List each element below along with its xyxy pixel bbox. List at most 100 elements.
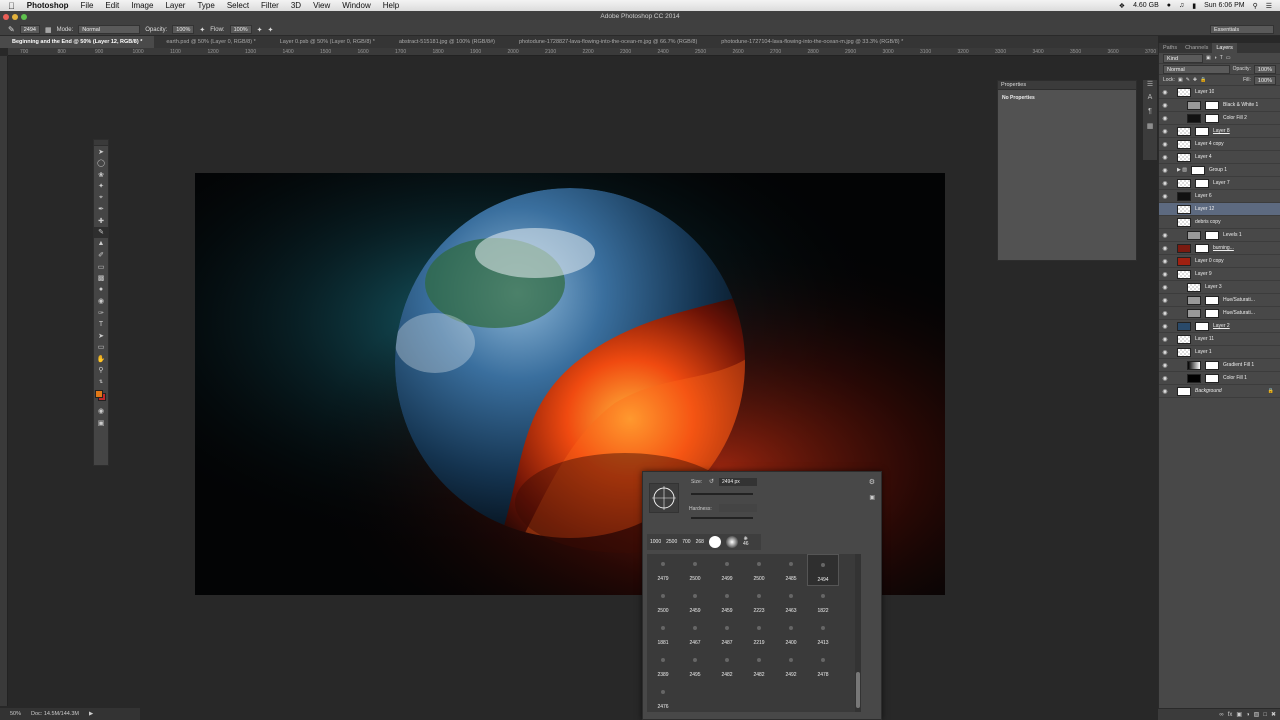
dropbox-icon[interactable]: ❖ — [1119, 2, 1125, 10]
layer-row[interactable]: ◉ Layer 4 — [1159, 151, 1280, 164]
adjustment-layer-icon[interactable]: ◑ — [1246, 712, 1250, 718]
fill-field[interactable]: 100% — [1253, 75, 1276, 85]
tab-document-5[interactable]: photodune-1728827-lava-flowing-into-the-… — [507, 36, 709, 48]
filter-type-icon[interactable]: T — [1220, 55, 1223, 61]
brush-preset[interactable]: 2476 — [647, 682, 679, 712]
brush-preset[interactable]: 2482 — [743, 650, 775, 682]
lock-all-icon[interactable]: 🔒 — [1200, 77, 1206, 83]
visibility-eye-icon[interactable]: ◉ — [1159, 271, 1171, 278]
layer-row[interactable]: ◉ Layer 3 — [1159, 281, 1280, 294]
size-slider[interactable] — [691, 493, 753, 495]
brush-preset[interactable]: 2492 — [775, 650, 807, 682]
brush-preset[interactable]: 2413 — [807, 618, 839, 650]
type-tool-icon[interactable]: T — [94, 319, 108, 331]
brush-tool-icon[interactable]: ✎ — [8, 25, 15, 34]
menu-3d[interactable]: 3D — [285, 1, 307, 10]
history-panel-icon[interactable]: ☰ — [1143, 80, 1157, 94]
screen-mode-icon[interactable]: ▣ — [94, 417, 108, 429]
layer-row[interactable]: ◉ Hue/Saturati... — [1159, 294, 1280, 307]
tab-document-6[interactable]: photodune-1727104-lava-flowing-into-the-… — [709, 36, 915, 48]
reset-size-icon[interactable]: ↺ — [709, 478, 714, 485]
pressure-opacity-icon[interactable]: ✦ — [199, 26, 205, 34]
brush-preset[interactable]: 2459 — [679, 586, 711, 618]
menu-image[interactable]: Image — [125, 1, 159, 10]
filter-pixel-icon[interactable]: ▣ — [1206, 55, 1211, 61]
size-field[interactable]: 2494 px — [719, 478, 757, 486]
airbrush-icon[interactable]: ✦ — [257, 26, 263, 34]
flow-field[interactable]: 100% — [229, 25, 252, 34]
visibility-eye-icon[interactable]: ◉ — [1159, 258, 1171, 265]
brush-size-field[interactable]: 2494 — [19, 25, 40, 34]
volume-icon[interactable]: ♫ — [1179, 2, 1184, 9]
layer-row[interactable]: ◉ Layer 7 — [1159, 177, 1280, 190]
visibility-eye-icon[interactable]: ◉ — [1159, 232, 1171, 239]
brush-preset[interactable]: 2482 — [711, 650, 743, 682]
menu-layer[interactable]: Layer — [159, 1, 191, 10]
visibility-eye-icon[interactable]: ◉ — [1159, 310, 1171, 317]
layer-row[interactable]: ◉ Layer 6 — [1159, 190, 1280, 203]
lasso-tool-icon[interactable]: ❀ — [94, 169, 108, 181]
brush-preset[interactable]: 2400 — [775, 618, 807, 650]
scrollbar-thumb[interactable] — [856, 672, 860, 708]
preset-scrollbar[interactable] — [855, 554, 861, 712]
visibility-eye-icon[interactable]: ◉ — [1159, 128, 1171, 135]
trash-icon[interactable]: ✖ — [1271, 711, 1276, 718]
zoom-tool-icon[interactable]: ⚲ — [94, 365, 108, 377]
tab-document-3[interactable]: Layer 0.psb @ 50% (Layer 0, RGB/8) * — [268, 36, 387, 48]
move-tool-icon[interactable]: ➤ — [94, 146, 108, 158]
link-layers-icon[interactable]: ∞ — [1219, 712, 1223, 718]
healing-brush-tool-icon[interactable]: ✚ — [94, 215, 108, 227]
brush-preset[interactable]: 2463 — [775, 586, 807, 618]
brush-preset-selected[interactable]: 2494 — [807, 554, 839, 586]
visibility-eye-icon[interactable]: ◉ — [1159, 102, 1171, 109]
visibility-eye-icon[interactable]: ◉ — [1159, 193, 1171, 200]
menu-select[interactable]: Select — [221, 1, 255, 10]
pressure-size-icon[interactable]: ✦ — [268, 26, 274, 34]
visibility-eye-icon[interactable]: ◉ — [1159, 336, 1171, 343]
layer-row[interactable]: ◉ Layer 4 copy — [1159, 138, 1280, 151]
visibility-eye-icon[interactable]: ◉ — [1159, 323, 1171, 330]
new-group-icon[interactable]: ▧ — [1254, 711, 1260, 718]
brush-preset[interactable]: 2495 — [679, 650, 711, 682]
workspace-select[interactable]: Essentials — [1210, 25, 1274, 34]
brush-preset[interactable]: 1822 — [807, 586, 839, 618]
clone-stamp-tool-icon[interactable]: ▲ — [94, 238, 108, 250]
quick-mask-icon[interactable]: ◉ — [94, 406, 108, 418]
menu-type[interactable]: Type — [191, 1, 220, 10]
brush-angle-preview[interactable] — [649, 483, 679, 513]
quick-select-tool-icon[interactable]: ✦ — [94, 181, 108, 193]
tab-document-2[interactable]: earth.psd @ 50% (Layer 0, RGB/8) * — [154, 36, 267, 48]
visibility-eye-icon[interactable]: ◉ — [1159, 115, 1171, 122]
mode-select[interactable]: Normal — [78, 25, 141, 34]
hand-tool-icon[interactable]: ✋ — [94, 353, 108, 365]
gradient-tool-icon[interactable]: ▩ — [94, 273, 108, 285]
layer-row[interactable]: ◉ Gradient Fill 1 — [1159, 359, 1280, 372]
layer-row[interactable]: ◉ Layer 2 — [1159, 320, 1280, 333]
wifi-icon[interactable]: ● — [1167, 2, 1171, 9]
lock-move-icon[interactable]: ✚ — [1193, 77, 1197, 83]
swap-colors-icon[interactable]: ⇅ — [94, 376, 108, 388]
layer-row[interactable]: ◉ burning... — [1159, 242, 1280, 255]
layer-row[interactable]: ◉ Black & White 1 — [1159, 99, 1280, 112]
layer-style-icon[interactable]: fx — [1228, 712, 1233, 718]
layer-row-background[interactable]: ◉ Background 🔒 — [1159, 385, 1280, 398]
brush-preset[interactable]: 2389 — [647, 650, 679, 682]
recent-brush-hard-round[interactable] — [708, 536, 721, 548]
swatches-panel-icon[interactable]: ▦ — [1143, 122, 1157, 136]
tab-channels[interactable]: Channels — [1181, 43, 1212, 53]
blur-tool-icon[interactable]: ● — [94, 284, 108, 296]
visibility-eye-icon[interactable]: ◉ — [1159, 245, 1171, 252]
layer-row[interactable]: ◉ Layer 8 — [1159, 125, 1280, 138]
tab-layers[interactable]: Layers — [1212, 43, 1237, 53]
tab-paths[interactable]: Paths — [1159, 43, 1181, 53]
menu-window[interactable]: Window — [336, 1, 376, 10]
brush-preset[interactable]: 2500 — [679, 554, 711, 586]
history-brush-tool-icon[interactable]: ✐ — [94, 250, 108, 262]
recent-brush[interactable]: 700 — [682, 539, 690, 545]
layer-kind-filter[interactable]: Kind — [1163, 53, 1203, 63]
battery-icon[interactable]: ▮ — [1192, 2, 1196, 10]
brush-preset[interactable]: 2223 — [743, 586, 775, 618]
layer-row[interactable]: ◉ Hue/Saturati... — [1159, 307, 1280, 320]
recent-brush-soft-round[interactable] — [725, 536, 738, 548]
brush-preset[interactable]: 2459 — [711, 586, 743, 618]
